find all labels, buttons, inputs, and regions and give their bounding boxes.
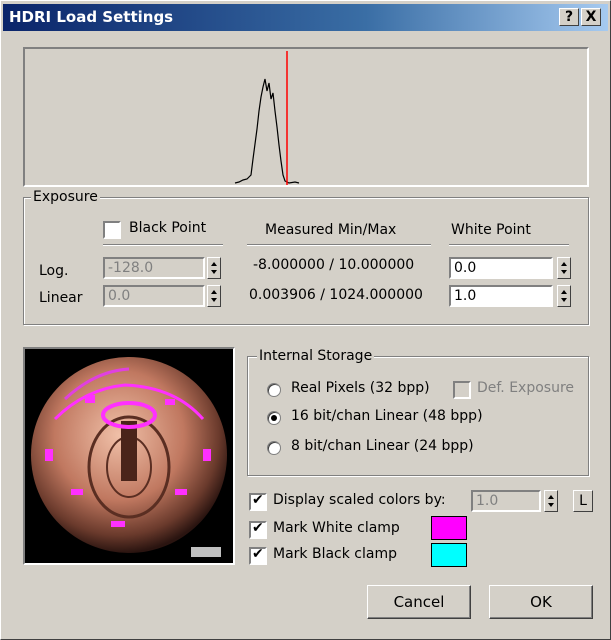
- white-point-log-input[interactable]: 0.0: [449, 257, 553, 279]
- radio-selected-dot: [271, 415, 277, 421]
- real-pixels-label: Real Pixels (32 bpp): [291, 380, 430, 396]
- histogram-curve: [234, 78, 300, 184]
- histogram-graph: [234, 51, 300, 185]
- white-point-log-spinner[interactable]: [557, 257, 571, 279]
- display-scaled-colors-checkbox[interactable]: ✔: [249, 492, 267, 511]
- spinner-up-arrow-icon: [211, 262, 217, 266]
- ok-button[interactable]: OK: [489, 585, 593, 619]
- checkmark-icon: ✔: [252, 520, 264, 536]
- black-point-linear-input[interactable]: 0.0: [103, 285, 205, 307]
- spinner-up-arrow-icon: [211, 290, 217, 294]
- hdri-sphere-preview: [31, 357, 227, 557]
- spinner-up-arrow-icon: [561, 262, 567, 266]
- white-point-separator: [449, 244, 569, 246]
- mark-white-clamp-checkbox[interactable]: ✔: [249, 520, 267, 539]
- spinner-down-arrow-icon: [548, 503, 554, 507]
- mark-black-clamp-checkbox[interactable]: ✔: [249, 546, 267, 565]
- measured-linear-value: 0.003906 / 1024.000000: [249, 287, 423, 303]
- black-point-linear-spinner[interactable]: [207, 285, 221, 307]
- spinner-down-arrow-icon: [561, 298, 567, 302]
- white-point-linear-input[interactable]: 1.0: [449, 285, 553, 307]
- radio-real-pixels[interactable]: [267, 383, 281, 397]
- window-title: HDRI Load Settings: [9, 8, 174, 26]
- hdri-preview-image: [23, 347, 235, 565]
- spinner-up-arrow-icon: [548, 495, 554, 499]
- close-button[interactable]: X: [581, 8, 601, 26]
- l-button[interactable]: L: [573, 490, 593, 512]
- white-point-header: White Point: [451, 222, 531, 238]
- log-row-label: Log.: [39, 263, 69, 279]
- mark-white-color-swatch[interactable]: [431, 516, 467, 540]
- checkmark-icon: ✔: [252, 492, 264, 508]
- spinner-down-arrow-icon: [561, 270, 567, 274]
- checkmark-icon: ✔: [252, 546, 264, 562]
- def-exposure-checkbox[interactable]: [453, 381, 471, 399]
- black-point-label: Black Point: [129, 220, 207, 236]
- spinner-down-arrow-icon: [211, 270, 217, 274]
- 8bit-linear-label: 8 bit/chan Linear (24 bpp): [291, 438, 474, 454]
- radio-8bit-linear[interactable]: [267, 441, 281, 455]
- linear-row-label: Linear: [39, 290, 83, 306]
- hdri-load-settings-dialog: HDRI Load Settings ? X Exposure Black Po…: [0, 0, 611, 640]
- scale-value-spinner[interactable]: [544, 490, 558, 512]
- title-bar[interactable]: HDRI Load Settings ? X: [3, 4, 608, 31]
- cancel-button[interactable]: Cancel: [367, 585, 471, 619]
- white-point-linear-spinner[interactable]: [557, 285, 571, 307]
- exposure-legend: Exposure: [31, 189, 100, 205]
- radio-16bit-linear[interactable]: [267, 411, 281, 425]
- black-point-checkbox[interactable]: [103, 221, 121, 239]
- mark-white-clamp-label: Mark White clamp: [273, 520, 400, 536]
- help-button[interactable]: ?: [559, 8, 579, 26]
- scale-value-input[interactable]: 1.0: [471, 490, 541, 512]
- black-point-log-spinner[interactable]: [207, 257, 221, 279]
- 16bit-linear-label: 16 bit/chan Linear (48 bpp): [291, 408, 483, 424]
- black-point-separator: [103, 244, 223, 246]
- mark-black-clamp-label: Mark Black clamp: [273, 546, 397, 562]
- spinner-up-arrow-icon: [561, 290, 567, 294]
- mark-black-color-swatch[interactable]: [431, 543, 467, 567]
- spinner-down-arrow-icon: [211, 298, 217, 302]
- display-scaled-colors-label: Display scaled colors by:: [273, 492, 446, 508]
- measured-separator: [247, 244, 431, 246]
- def-exposure-label: Def. Exposure: [477, 380, 575, 396]
- measured-min-max-header: Measured Min/Max: [265, 222, 397, 238]
- histogram-panel[interactable]: [23, 47, 589, 187]
- measured-log-value: -8.000000 / 10.000000: [253, 257, 415, 273]
- black-point-log-input[interactable]: -128.0: [103, 257, 205, 279]
- internal-storage-legend: Internal Storage: [257, 348, 375, 364]
